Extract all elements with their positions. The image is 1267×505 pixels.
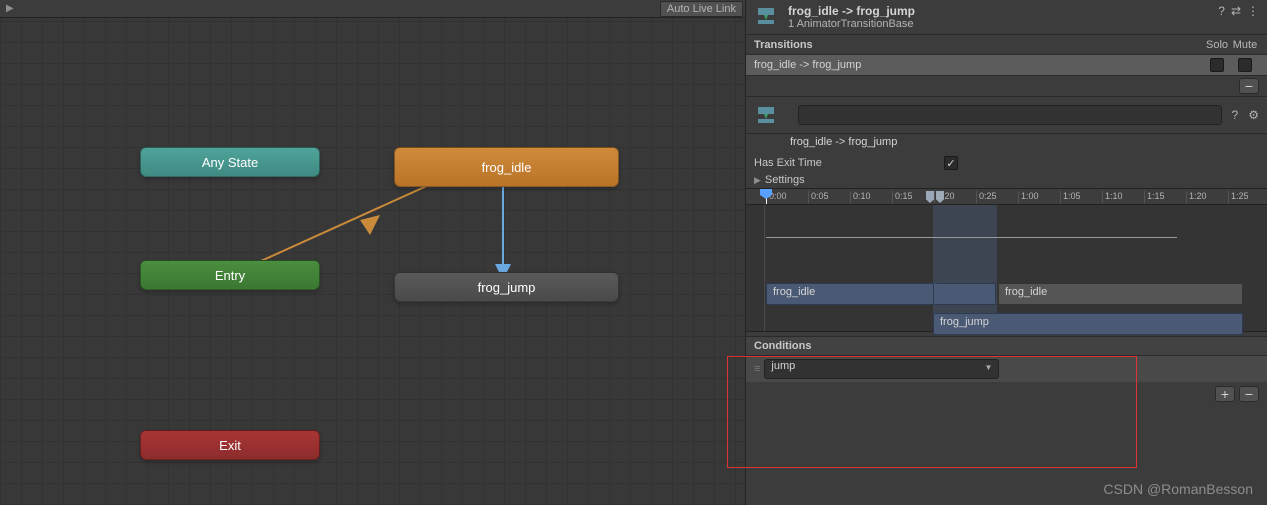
node-exit[interactable]: Exit [140, 430, 320, 460]
node-label: frog_idle [482, 160, 532, 175]
selected-transition-label: frog_idle -> frog_jump [746, 134, 1267, 154]
timeline-tick: 0:25 [976, 191, 997, 203]
transition-icon [754, 103, 778, 127]
node-label: frog_jump [478, 280, 536, 295]
inspector-title: frog_idle -> frog_jump [788, 4, 1218, 18]
transitions-header: Transitions [754, 39, 1203, 51]
timeline-tick: 0:05 [808, 191, 829, 203]
node-label: Entry [215, 268, 245, 283]
menu-icon[interactable]: ⋮ [1247, 4, 1259, 18]
timeline-tick: 1:10 [1102, 191, 1123, 203]
animator-graph[interactable]: ▶ Auto Live Link Any State Entry Exit fr… [0, 0, 745, 505]
settings-foldout[interactable]: ▶ Settings [746, 172, 1267, 188]
node-frog-jump[interactable]: frog_jump [394, 272, 619, 302]
node-label: Any State [202, 155, 258, 170]
playhead[interactable] [766, 189, 767, 204]
mute-header: Mute [1231, 39, 1259, 51]
breadcrumb-arrow-icon: ▶ [6, 3, 14, 14]
remove-transition-button[interactable]: − [1239, 78, 1259, 94]
transition-name: frog_idle -> frog_jump [754, 59, 1203, 71]
timeline-tick: 1:20 [1186, 191, 1207, 203]
inspector-panel: frog_idle -> frog_jump 1 AnimatorTransit… [745, 0, 1267, 505]
condition-parameter-dropdown[interactable]: jump [764, 359, 999, 379]
node-entry[interactable]: Entry [140, 260, 320, 290]
gear-icon[interactable]: ⚙ [1248, 108, 1259, 122]
transition-name-field[interactable] [798, 105, 1222, 125]
node-label: Exit [219, 438, 241, 453]
help-icon[interactable]: ? [1218, 4, 1225, 18]
transition-list-item[interactable]: frog_idle -> frog_jump [746, 54, 1267, 76]
solo-header: Solo [1203, 39, 1231, 51]
watermark: CSDN @RomanBesson [1103, 481, 1253, 497]
transition-timeline[interactable]: 0:000:050:100:150:200:251:001:051:101:15… [746, 188, 1267, 332]
timeline-tick: 1:25 [1228, 191, 1249, 203]
transition-icon [754, 4, 778, 28]
timeline-tick: 0:20 [934, 191, 955, 203]
source-clip-b[interactable]: frog_idle [998, 283, 1243, 305]
preview-track-line [766, 237, 1177, 238]
timeline-tick: 0:10 [850, 191, 871, 203]
inspector-subtitle: 1 AnimatorTransitionBase [788, 18, 1218, 30]
foldout-arrow-icon: ▶ [754, 175, 761, 186]
timeline-tick: 1:15 [1144, 191, 1165, 203]
timeline-tick: 1:00 [1018, 191, 1039, 203]
timeline-tick: 1:05 [1060, 191, 1081, 203]
auto-live-link-button[interactable]: Auto Live Link [660, 1, 743, 17]
destination-clip[interactable]: frog_jump [933, 313, 1243, 335]
settings-label: Settings [765, 174, 805, 186]
drag-handle-icon[interactable]: ≡ [754, 363, 758, 375]
has-exit-time-label: Has Exit Time [754, 157, 944, 169]
mute-checkbox[interactable] [1238, 58, 1252, 72]
graph-toolbar: ▶ Auto Live Link [0, 0, 745, 18]
has-exit-time-checkbox[interactable] [944, 156, 958, 170]
solo-checkbox[interactable] [1210, 58, 1224, 72]
conditions-header: Conditions [746, 336, 1267, 356]
graph-edges [0, 0, 745, 505]
node-any-state[interactable]: Any State [140, 147, 320, 177]
blend-triangle-icon [933, 283, 997, 305]
timeline-ruler[interactable]: 0:000:050:100:150:200:251:001:051:101:15… [746, 189, 1267, 205]
preset-icon[interactable]: ⇄ [1231, 4, 1241, 18]
add-condition-button[interactable]: + [1215, 386, 1235, 402]
remove-condition-button[interactable]: − [1239, 386, 1259, 402]
condition-list-item[interactable]: ≡ jump [746, 356, 1267, 382]
node-frog-idle[interactable]: frog_idle [394, 147, 619, 187]
help-icon[interactable]: ? [1232, 108, 1239, 122]
timeline-tick: 0:15 [892, 191, 913, 203]
